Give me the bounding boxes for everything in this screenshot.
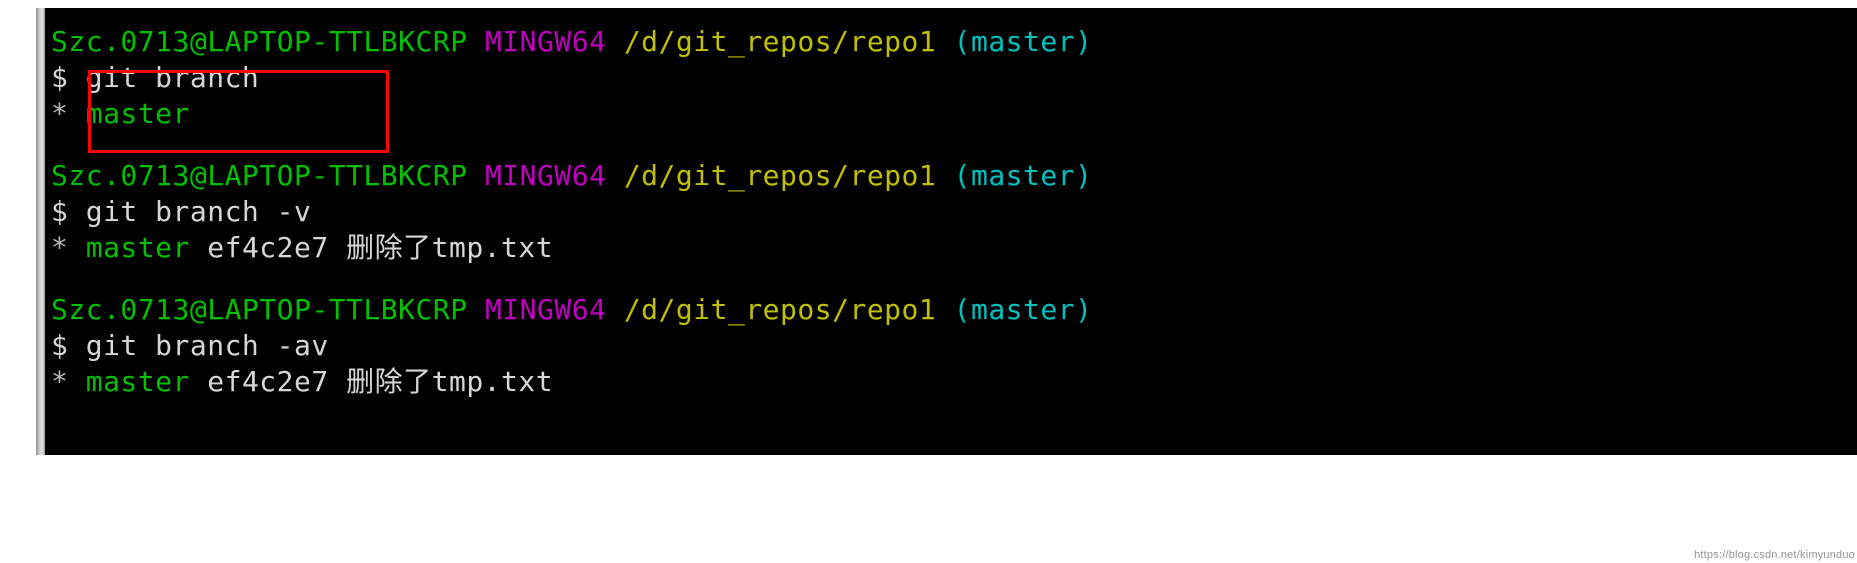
terminal-block-1: Szc.0713@LAPTOP-TTLBKCRP MINGW64 /d/git_… (51, 24, 1857, 132)
terminal-block-3: Szc.0713@LAPTOP-TTLBKCRP MINGW64 /d/git_… (51, 292, 1857, 400)
output-space (68, 97, 85, 130)
command-sigil: $ (51, 61, 69, 94)
commit-message: 删除了tmp.txt (346, 365, 554, 398)
prompt-user-host: Szc.0713@LAPTOP-TTLBKCRP (51, 159, 468, 192)
watermark-text: https://blog.csdn.net/kimyunduo (1694, 549, 1855, 561)
branch-name: master (85, 97, 190, 130)
command-text: git branch (85, 61, 260, 94)
current-branch-marker: * (51, 365, 69, 398)
branch-name: master (85, 365, 190, 398)
prompt-git-branch: (master) (953, 293, 1093, 326)
command-space (68, 61, 85, 94)
screenshot-root: Szc.0713@LAPTOP-TTLBKCRP MINGW64 /d/git_… (0, 0, 1857, 563)
commit-hash: ef4c2e7 (207, 365, 329, 398)
prompt-path: /d/git_repos/repo1 (623, 159, 937, 192)
current-branch-marker: * (51, 97, 69, 130)
prompt-line-3: Szc.0713@LAPTOP-TTLBKCRP MINGW64 /d/git_… (51, 292, 1857, 328)
prompt-line-1: Szc.0713@LAPTOP-TTLBKCRP MINGW64 /d/git_… (51, 24, 1857, 60)
current-branch-marker: * (51, 231, 69, 264)
output-space (329, 231, 346, 264)
prompt-git-branch: (master) (953, 25, 1093, 58)
commit-message: 删除了tmp.txt (346, 231, 554, 264)
command-sigil: $ (51, 329, 69, 362)
command-line-2[interactable]: $ git branch -v (51, 194, 1857, 230)
terminal-window: Szc.0713@LAPTOP-TTLBKCRP MINGW64 /d/git_… (36, 8, 1857, 455)
prompt-shell-name: MINGW64 (484, 25, 607, 58)
command-line-3[interactable]: $ git branch -av (51, 328, 1857, 364)
output-space (68, 365, 85, 398)
output-row: * master ef4c2e7 删除了tmp.txt (51, 230, 1857, 266)
prompt-user-host: Szc.0713@LAPTOP-TTLBKCRP (51, 293, 468, 326)
output-space (329, 365, 346, 398)
command-space (68, 329, 85, 362)
prompt-shell-name: MINGW64 (484, 159, 607, 192)
command-sigil: $ (51, 195, 69, 228)
command-text: git branch -av (85, 329, 329, 362)
prompt-shell-name: MINGW64 (484, 293, 607, 326)
command-space (68, 195, 85, 228)
prompt-path: /d/git_repos/repo1 (623, 293, 937, 326)
command-text: git branch -v (85, 195, 312, 228)
terminal-console-output[interactable]: Szc.0713@LAPTOP-TTLBKCRP MINGW64 /d/git_… (45, 8, 1857, 455)
terminal-block-2: Szc.0713@LAPTOP-TTLBKCRP MINGW64 /d/git_… (51, 158, 1857, 266)
output-space (190, 231, 207, 264)
prompt-git-branch: (master) (953, 159, 1093, 192)
prompt-path: /d/git_repos/repo1 (623, 25, 937, 58)
output-row: * master (51, 96, 1857, 132)
branch-name: master (85, 231, 190, 264)
prompt-user-host: Szc.0713@LAPTOP-TTLBKCRP (51, 25, 468, 58)
output-space (190, 365, 207, 398)
commit-hash: ef4c2e7 (207, 231, 329, 264)
prompt-line-2: Szc.0713@LAPTOP-TTLBKCRP MINGW64 /d/git_… (51, 158, 1857, 194)
output-row: * master ef4c2e7 删除了tmp.txt (51, 364, 1857, 400)
command-line-1[interactable]: $ git branch (51, 60, 1857, 96)
terminal-scrollbar[interactable] (36, 8, 45, 455)
output-space (68, 231, 85, 264)
